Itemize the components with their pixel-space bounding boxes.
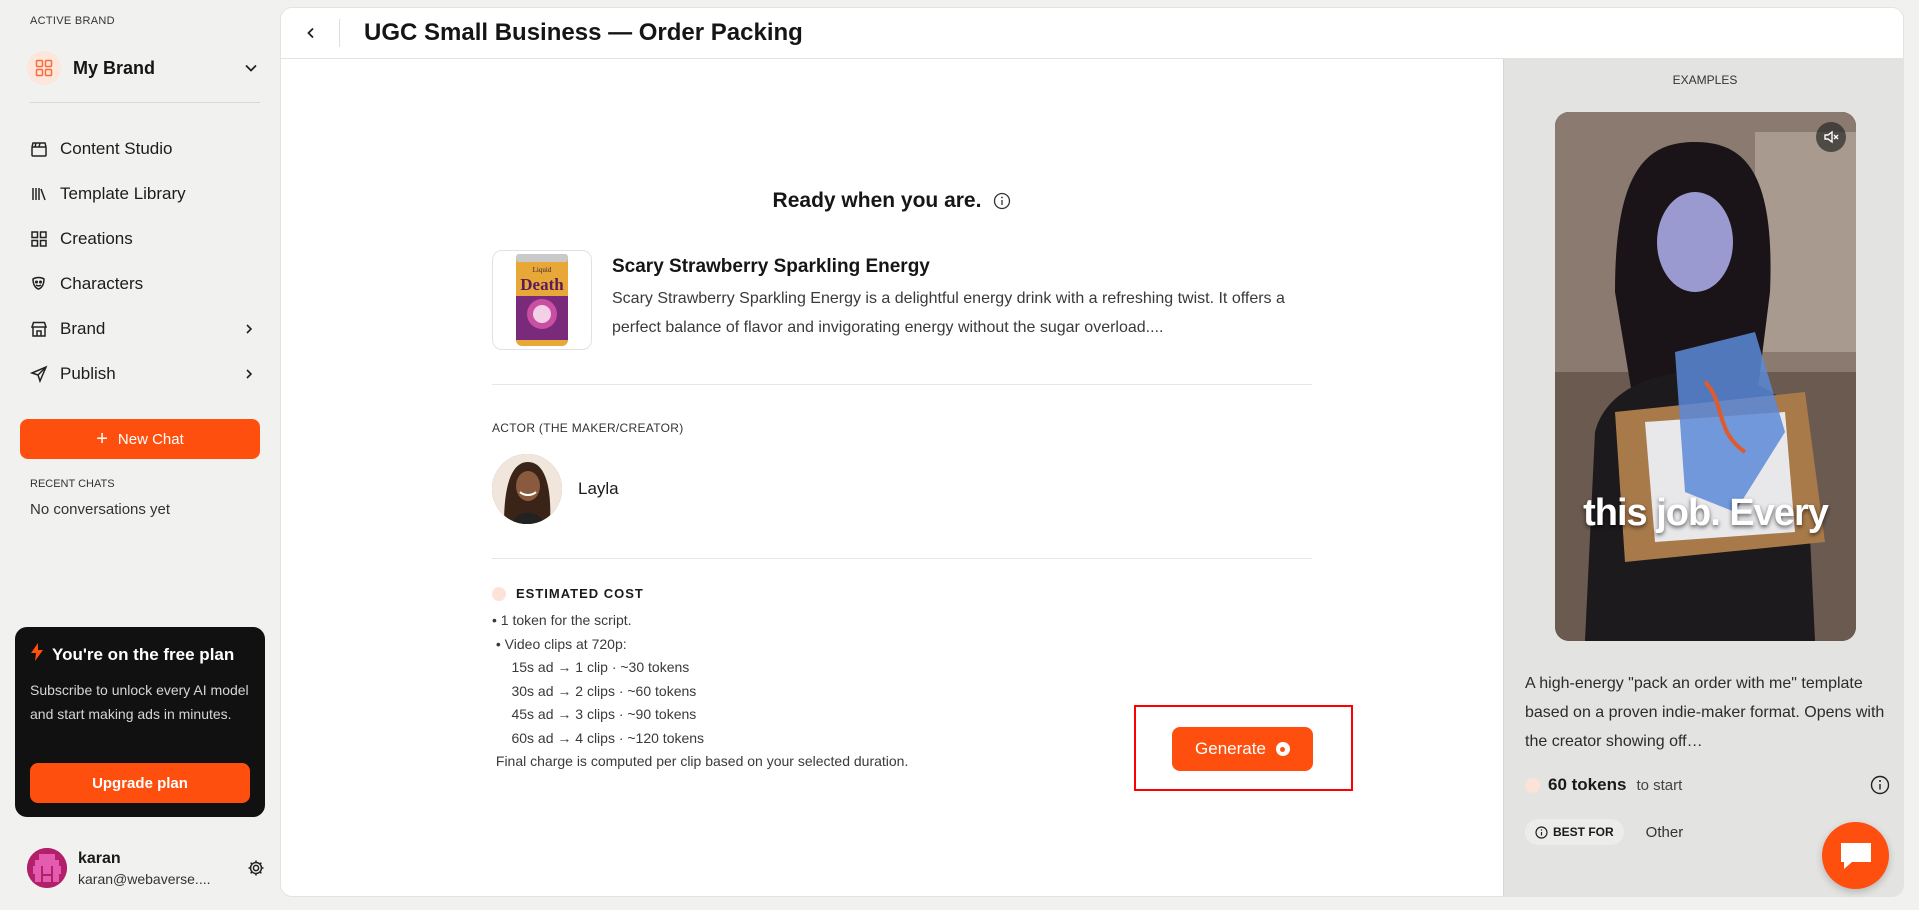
sidebar-item-template-library[interactable]: Template Library <box>28 171 258 216</box>
token-icon <box>492 586 506 601</box>
library-icon <box>28 183 50 205</box>
actor-selector[interactable]: Layla <box>492 454 619 524</box>
actor-name: Layla <box>578 479 619 498</box>
chevron-down-icon <box>241 58 261 78</box>
video-caption: this job. Every <box>1583 492 1829 534</box>
back-button[interactable] <box>301 23 321 43</box>
estimated-cost-heading: ESTIMATED COST <box>492 586 644 601</box>
cost-breakdown: • 1 token for the script. • Video clips … <box>492 609 908 774</box>
example-description: A high-energy "pack an order with me" te… <box>1525 675 1885 750</box>
active-brand-label: ACTIVE BRAND <box>30 15 115 27</box>
chat-bubble-icon <box>1840 842 1871 869</box>
plus-icon: + <box>96 428 108 450</box>
info-icon <box>1535 825 1548 839</box>
sidebar-item-label: Creations <box>60 228 133 248</box>
gear-icon[interactable] <box>245 857 267 879</box>
new-chat-label: New Chat <box>117 430 184 448</box>
lightning-icon <box>30 643 44 666</box>
brand-selector[interactable]: My Brand <box>27 50 261 86</box>
sidebar-item-content-studio[interactable]: Content Studio <box>28 126 258 171</box>
token-icon <box>1275 742 1290 756</box>
top-bar: UGC Small Business — Order Packing <box>281 8 1903 59</box>
sidebar-item-label: Template Library <box>60 183 186 203</box>
chat-support-button[interactable] <box>1822 822 1889 889</box>
sidebar-item-label: Characters <box>60 273 144 293</box>
user-email: karan@webaverse.... <box>78 870 211 887</box>
sidebar-item-creations[interactable]: Creations <box>28 216 258 261</box>
main-panel: UGC Small Business — Order Packing Ready… <box>280 7 1904 897</box>
sidebar: ACTIVE BRAND My Brand Content Studio Tem… <box>0 0 280 910</box>
chevron-right-icon <box>240 320 258 338</box>
product-name: Scary Strawberry Sparkling Energy <box>612 256 930 277</box>
token-icon <box>1525 777 1540 793</box>
template-content: Ready when you are. Liquid Death Scary S… <box>281 59 1503 896</box>
token-cost-row: 60 tokens to start <box>1525 775 1890 795</box>
examples-panel: EXAMPLES this job. Every A high-energy "… <box>1503 59 1903 896</box>
sidebar-item-characters[interactable]: Characters <box>28 261 258 306</box>
product-card[interactable]: Liquid Death Scary Strawberry Sparkling … <box>492 250 1312 350</box>
free-plan-card: You're on the free plan Subscribe to unl… <box>15 627 265 817</box>
cost-line: • 1 token for the script. <box>492 612 632 628</box>
plan-text: Subscribe to unlock every AI model and s… <box>30 682 249 722</box>
cost-heading-text: ESTIMATED COST <box>516 586 644 601</box>
divider <box>30 102 260 103</box>
chevron-right-icon <box>240 365 258 383</box>
product-image: Liquid Death <box>492 250 592 350</box>
sidebar-item-label: Brand <box>60 318 106 338</box>
drama-masks-icon <box>28 273 50 295</box>
can-top-text: Liquid <box>533 266 552 274</box>
cost-line: 30s ad → 2 clips · ~60 tokens <box>492 682 697 699</box>
tokens-amount: 60 tokens <box>1548 775 1627 794</box>
info-icon[interactable] <box>1870 775 1890 795</box>
examples-label: EXAMPLES <box>1672 73 1738 87</box>
tokens-suffix: to start <box>1636 776 1683 794</box>
ready-text: Ready when you are. <box>772 189 982 212</box>
sidebar-item-brand[interactable]: Brand <box>28 306 258 351</box>
cost-line: 45s ad → 3 clips · ~90 tokens <box>492 706 697 722</box>
send-icon <box>28 363 50 385</box>
best-for-badge: BEST FOR <box>1525 819 1624 845</box>
plan-title-text: You're on the free plan <box>52 644 235 664</box>
product-description: Scary Strawberry Sparkling Energy is a d… <box>612 290 1285 336</box>
page-title: UGC Small Business — Order Packing <box>364 19 803 46</box>
cost-line: • Video clips at 720p: <box>492 635 627 652</box>
cost-line: 15s ad → 1 clip · ~30 tokens <box>492 659 690 675</box>
actor-label: ACTOR (THE MAKER/CREATOR) <box>492 421 684 435</box>
grid-icon <box>28 228 50 250</box>
avatar <box>492 454 562 524</box>
divider <box>339 19 340 47</box>
sidebar-item-label: Publish <box>60 363 116 383</box>
info-icon[interactable] <box>993 192 1011 210</box>
best-for-row: BEST FOR Other <box>1525 819 1683 845</box>
best-for-value: Other <box>1645 823 1684 841</box>
user-profile[interactable]: karan karan@webaverse.... <box>27 845 267 891</box>
mute-icon[interactable] <box>1816 122 1846 152</box>
clapperboard-icon <box>28 138 50 160</box>
avatar <box>27 848 67 888</box>
recent-chats-empty: No conversations yet <box>30 501 171 518</box>
generate-button[interactable]: Generate <box>1172 727 1313 771</box>
sidebar-nav: Content Studio Template Library Creation… <box>28 126 258 396</box>
divider <box>492 384 1312 385</box>
brand-name: My Brand <box>73 57 156 78</box>
can-label-text: Death <box>520 275 564 294</box>
upgrade-plan-button[interactable]: Upgrade plan <box>30 763 250 803</box>
best-for-label: BEST FOR <box>1553 825 1614 839</box>
store-icon <box>28 318 50 340</box>
cost-line: 60s ad → 4 clips · ~120 tokens <box>492 729 705 746</box>
recent-chats-label: RECENT CHATS <box>30 478 115 490</box>
sidebar-item-publish[interactable]: Publish <box>28 351 258 396</box>
divider <box>492 558 1312 559</box>
new-chat-button[interactable]: + New Chat <box>20 419 260 459</box>
user-name: karan <box>78 849 121 867</box>
ready-heading: Ready when you are. <box>281 189 1503 213</box>
sidebar-item-label: Content Studio <box>60 138 173 158</box>
cost-line: Final charge is computed per clip based … <box>492 753 909 769</box>
brand-logo-icon <box>27 51 61 85</box>
generate-label: Generate <box>1195 739 1266 758</box>
plan-title: You're on the free plan <box>30 643 250 666</box>
example-video[interactable]: this job. Every <box>1555 112 1856 641</box>
